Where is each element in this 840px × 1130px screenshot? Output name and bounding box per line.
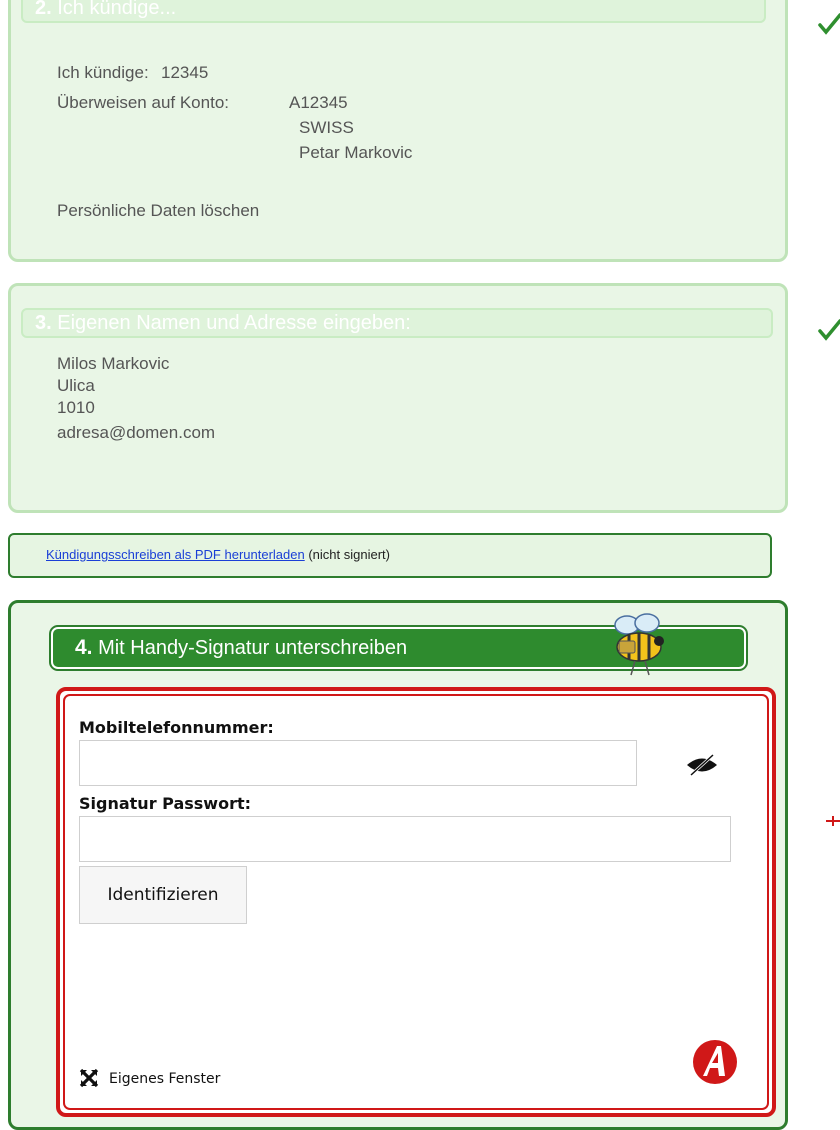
password-input[interactable] <box>79 816 731 862</box>
check-icon <box>818 13 840 35</box>
signature-form-frame: Mobiltelefonnummer: Signatur Passwort: I… <box>56 687 776 1117</box>
section-4-panel: 4. Mit Handy-Signatur unterschreiben Mob… <box>8 600 788 1130</box>
password-label: Signatur Passwort: <box>79 794 251 813</box>
check-icon <box>818 319 840 341</box>
signature-form: Mobiltelefonnummer: Signatur Passwort: I… <box>63 694 769 1110</box>
section-3-panel: 3. Eigenen Namen und Adresse eingeben: M… <box>8 283 788 513</box>
address-email: adresa@domen.com <box>57 423 216 442</box>
pdf-download-link[interactable]: Kündigungsschreiben als PDF herunterlade… <box>46 547 305 562</box>
section-2-number: 2. <box>35 0 52 19</box>
transfer-label: Überweisen auf Konto: <box>57 93 229 112</box>
a-trust-logo-icon <box>693 1040 737 1084</box>
section-4-title: Mit Handy-Signatur unterschreiben <box>98 637 408 659</box>
section-4-number: 4. <box>75 636 93 659</box>
cancel-value: 12345 <box>161 63 209 82</box>
expand-icon[interactable] <box>79 1068 99 1088</box>
address-street: Ulica <box>57 376 95 395</box>
section-2-panel: 2. Ich kündige... Ich kündige: 12345 Übe… <box>8 0 788 262</box>
red-marker-tip <box>832 816 834 826</box>
identify-button[interactable]: Identifizieren <box>79 866 247 924</box>
phone-input[interactable] <box>79 740 637 786</box>
address-name: Milos Markovic <box>57 354 170 373</box>
cancel-label: Ich kündige: <box>57 63 149 82</box>
delete-personal-data: Persönliche Daten löschen <box>57 201 260 220</box>
section-3-header: 3. Eigenen Namen und Adresse eingeben: <box>21 308 773 338</box>
section-2-header: 2. Ich kündige... <box>21 0 766 23</box>
pdf-download-bar: Kündigungsschreiben als PDF herunterlade… <box>8 533 772 578</box>
address-zip: 1010 <box>57 398 95 417</box>
account-bank: SWISS <box>299 118 354 137</box>
phone-label: Mobiltelefonnummer: <box>79 718 274 737</box>
bee-mascot-icon <box>614 613 664 676</box>
own-window-label[interactable]: Eigenes Fenster <box>109 1071 220 1087</box>
eye-slash-icon[interactable] <box>685 754 719 776</box>
section-2-title: Ich kündige... <box>57 0 177 19</box>
section-3-title: Eigenen Namen und Adresse eingeben: <box>57 312 411 334</box>
section-3-number: 3. <box>35 312 52 334</box>
pdf-unsigned-note: (nicht signiert) <box>308 547 390 562</box>
account-number: A12345 <box>289 93 348 112</box>
account-holder: Petar Markovic <box>299 143 413 162</box>
